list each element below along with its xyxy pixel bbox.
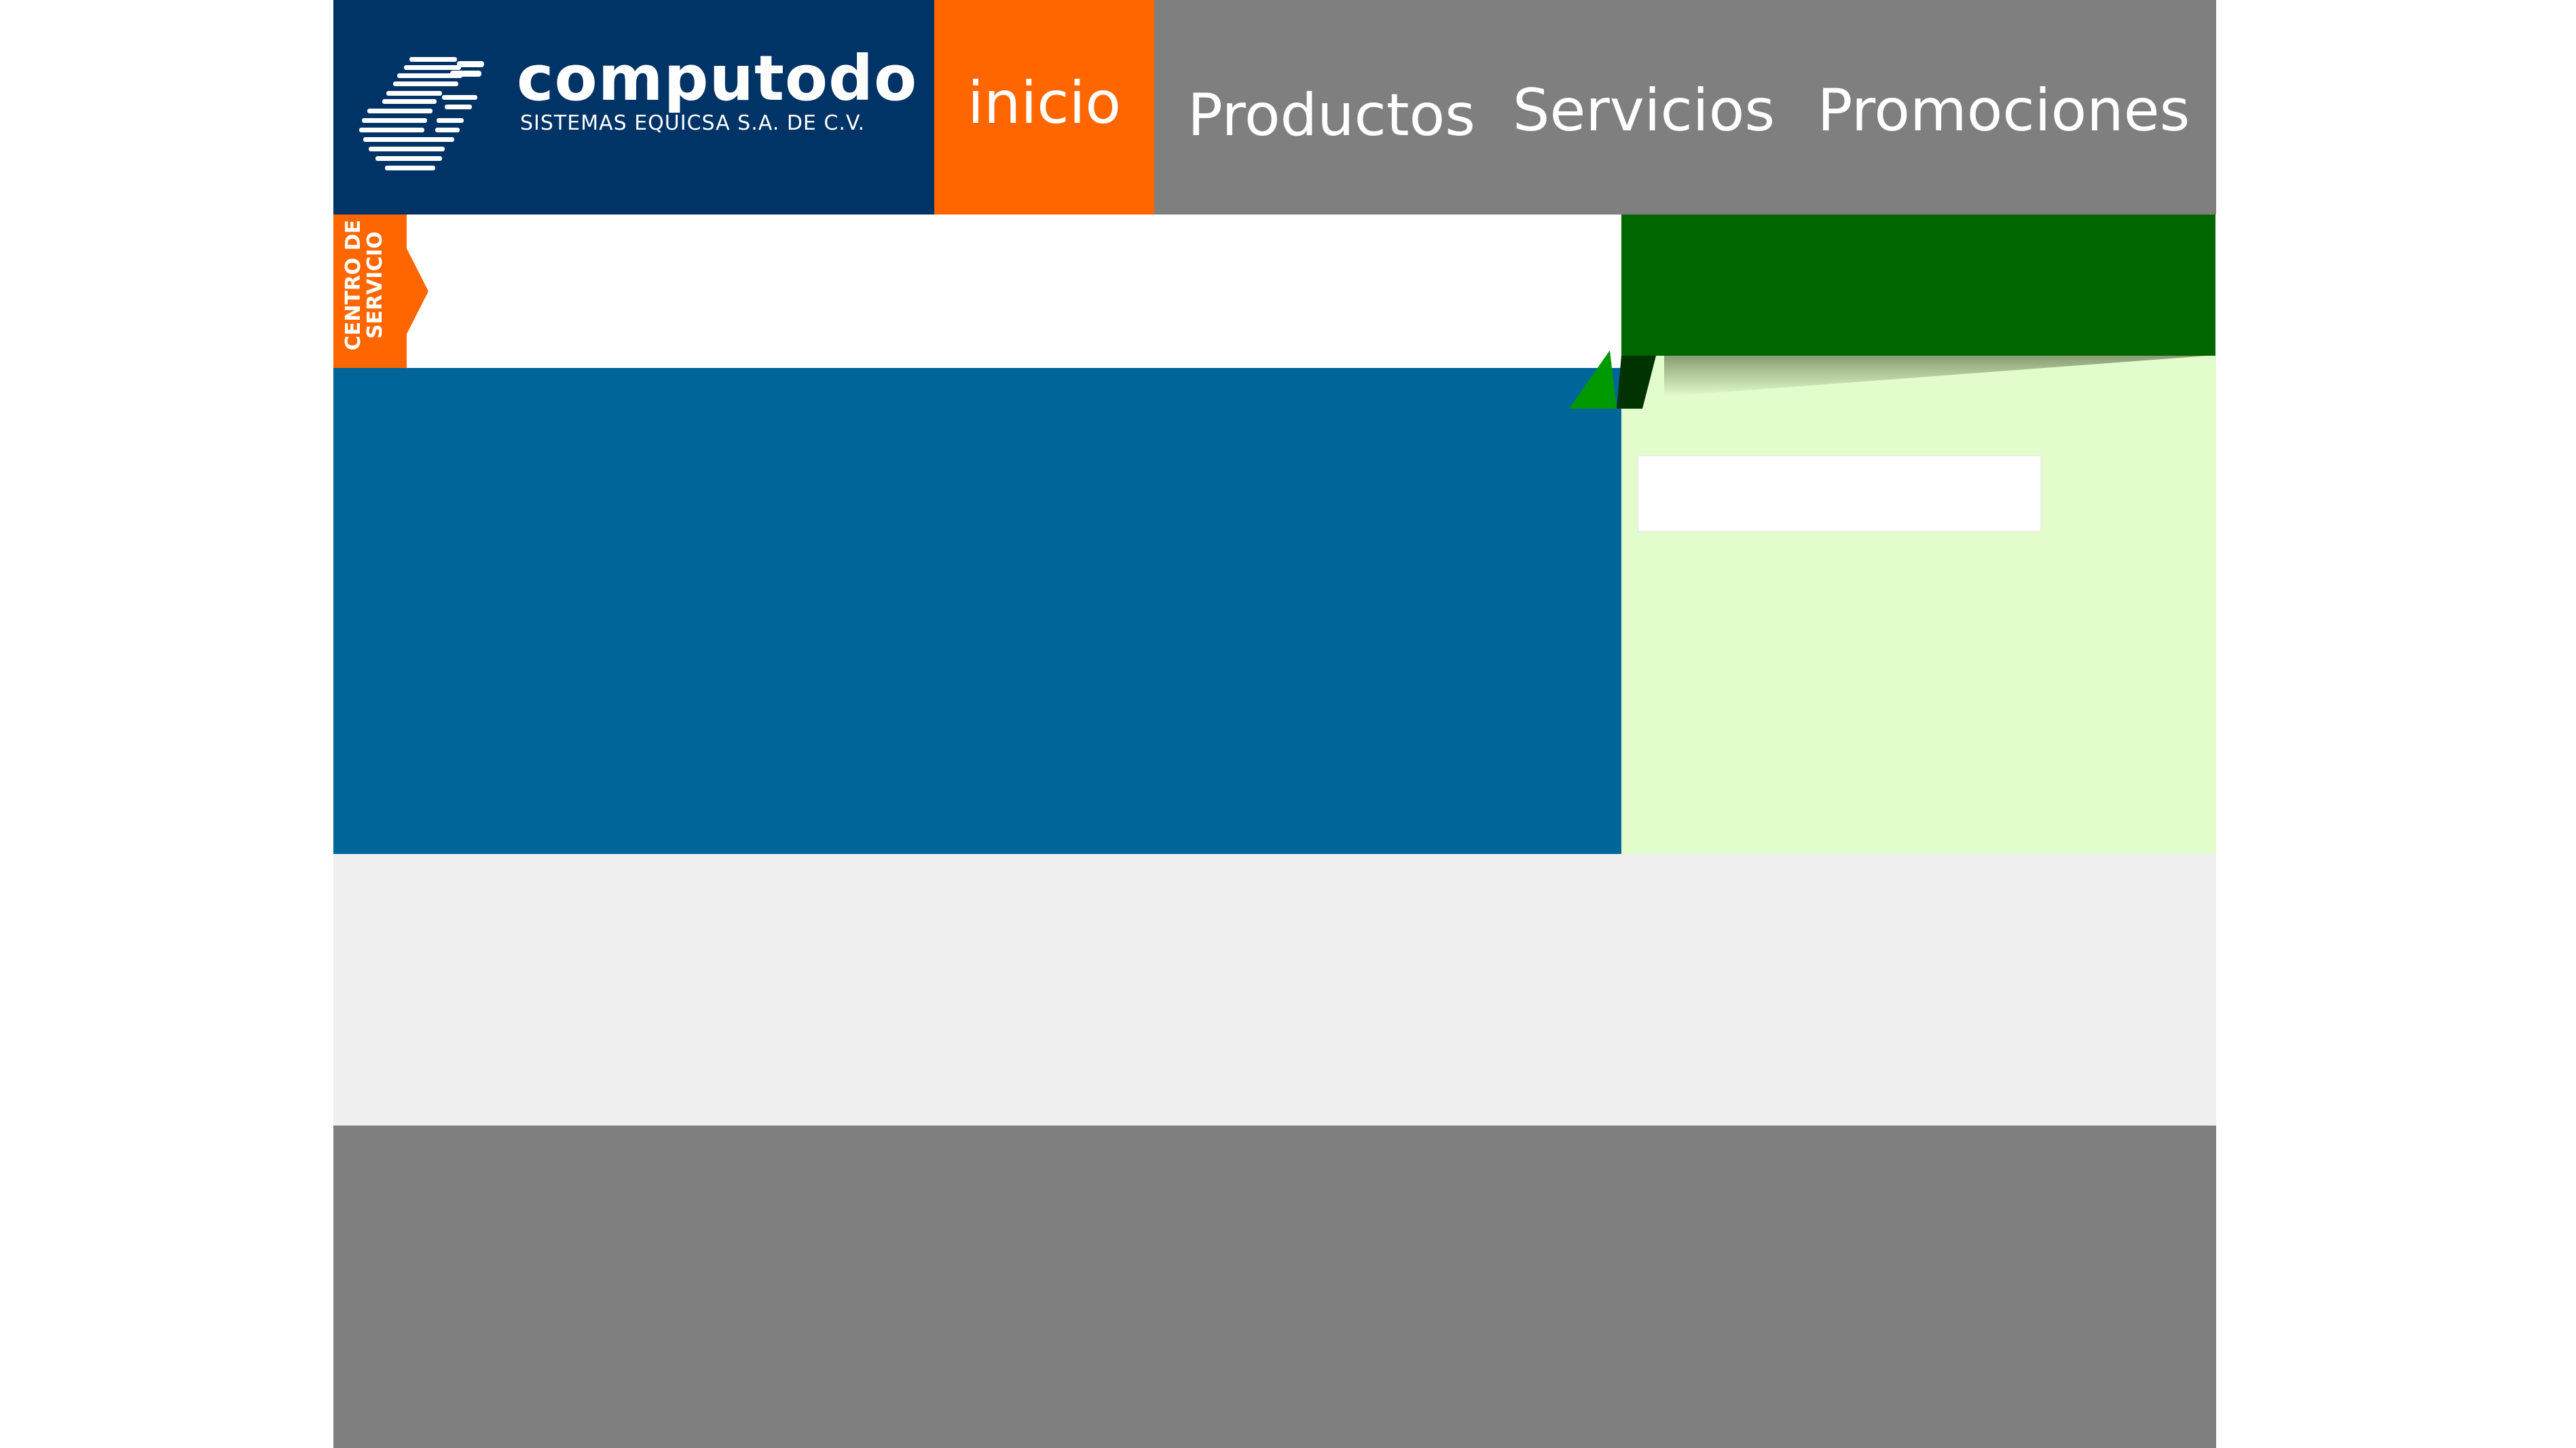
header: computodo SISTEMAS EQUICSA S.A. DE C.V. … — [333, 0, 2216, 215]
sidebar-panel — [1621, 356, 2216, 854]
nav-item-productos[interactable]: Productos — [1175, 0, 1488, 215]
logo[interactable]: computodo SISTEMAS EQUICSA S.A. DE C.V. — [333, 0, 934, 215]
nav-item-promociones[interactable]: Promociones — [1800, 0, 2207, 215]
ribbon-fold-icon — [1569, 350, 1656, 409]
content-band — [333, 854, 2216, 1126]
brand-name: computodo — [517, 42, 918, 115]
service-tag-line2: SERVICIO — [363, 231, 387, 339]
sidebar-header-bar — [1621, 215, 2215, 356]
brand-subtitle: SISTEMAS EQUICSA S.A. DE C.V. — [520, 111, 866, 135]
nav-item-servicios[interactable]: Servicios — [1501, 0, 1786, 215]
white-banner — [407, 215, 1622, 368]
running-figure-logo-icon — [359, 57, 484, 170]
main-content-panel — [333, 368, 1621, 854]
footer — [333, 1126, 2216, 1448]
service-tag-line1: CENTRO DE — [342, 219, 365, 351]
nav-item-inicio[interactable]: inicio — [934, 0, 1154, 215]
sidebar-search-input[interactable] — [1637, 455, 2042, 532]
service-center-tag-label: CENTRO DE SERVICIO — [342, 210, 387, 360]
page: computodo SISTEMAS EQUICSA S.A. DE C.V. … — [333, 0, 2216, 1448]
